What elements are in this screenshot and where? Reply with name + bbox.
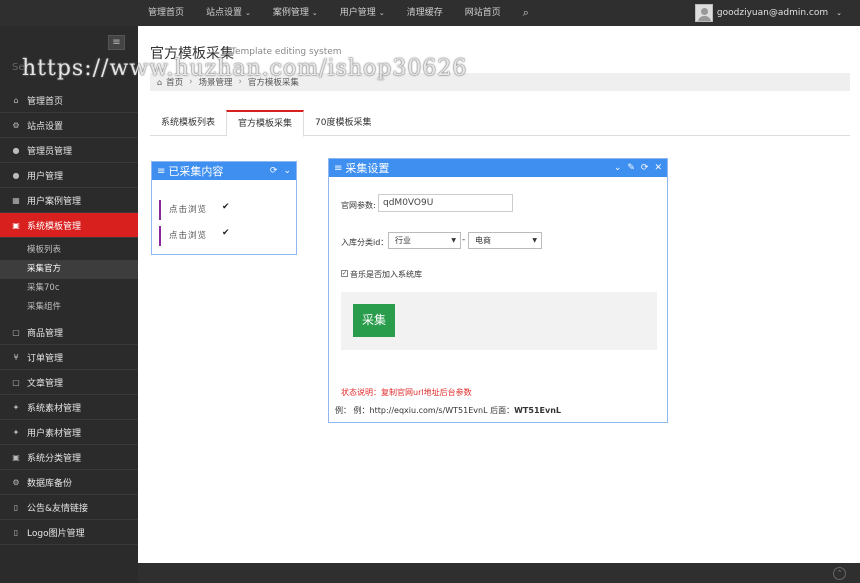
sidebar: ≡ Se ⌂ 管理首页 ⚙ 站点设置 ● 管理员管理 ● 用户管理 ▦ 用户案例管理 ▣ 系…: [0, 26, 145, 583]
topnav-item-case-management[interactable]: 案例管理 ⌄: [273, 0, 318, 26]
sidebar-menu: ⌂ 管理首页 ⚙ 站点设置 ● 管理员管理 ● 用户管理 ▦ 用户案例管理 ▣ 系统模板管理…: [0, 88, 145, 545]
sidebar-item-system-category-management[interactable]: ▣ 系统分类管理: [0, 445, 138, 470]
panel-title: 已采集内容: [168, 165, 224, 178]
sidebar-subitem-collect-official[interactable]: 采集官方: [0, 260, 138, 279]
category-label: 入库分类id：: [341, 238, 389, 247]
search-icon[interactable]: ⌕: [523, 0, 529, 26]
square-icon: ▢: [12, 327, 20, 337]
separator-dash: -: [462, 235, 466, 245]
category-select-1[interactable]: 行业 ▼: [388, 232, 461, 249]
sidebar-item-announcements-links[interactable]: ▯ 公告&友情链接: [0, 495, 138, 520]
sidebar-item-order-management[interactable]: ¥ 订单管理: [0, 345, 138, 370]
top-nav-menu: 管理首页 站点设置 ⌄ 案例管理 ⌄ 用户管理 ⌄ 清理缓存 网站首页 ⌕: [148, 0, 529, 26]
sidebar-item-system-material-management[interactable]: ✦ 系统素材管理: [0, 395, 138, 420]
sidebar-item-site-settings[interactable]: ⚙ 站点设置: [0, 113, 138, 138]
check-icon: ✔: [222, 228, 230, 238]
footer-bar: ⌃: [138, 563, 860, 583]
chevron-down-icon: ⌄: [836, 9, 842, 17]
status-description: 状态说明：复制官网url地址后台参数: [341, 388, 472, 397]
cogs-icon: ⚙: [12, 477, 20, 487]
sidebar-item-system-template-management[interactable]: ▣ 系统模板管理: [0, 213, 145, 238]
tab-system-template-list[interactable]: 系统模板列表: [150, 110, 226, 135]
refresh-icon[interactable]: ⟳: [641, 163, 649, 173]
param-label: 官网参数:: [341, 201, 376, 210]
example-text: 例： 例：http://eqxiu.com/s/WT51EvnL 后面：WT51…: [335, 406, 561, 415]
sidebar-item-user-case-management[interactable]: ▦ 用户案例管理: [0, 188, 138, 213]
chevron-down-icon[interactable]: ⌄: [614, 163, 622, 173]
user-icon: ●: [12, 170, 20, 180]
yen-icon: ¥: [13, 352, 19, 362]
view-link[interactable]: 点击浏览: [159, 200, 219, 220]
avatar: [694, 4, 713, 22]
bookmark-icon: ▯: [13, 527, 19, 537]
table-icon: ▦: [12, 195, 20, 205]
close-icon[interactable]: ✕: [654, 163, 662, 173]
bookmark-icon: ▯: [13, 502, 19, 512]
collected-content-panel: ≡ 已采集内容 ⟳ ⌄ 点击浏览 ✔ 点击浏览 ✔: [151, 161, 297, 255]
sidebar-item-article-management[interactable]: ▢ 文章管理: [0, 370, 138, 395]
sidebar-item-user-material-management[interactable]: ✦ 用户素材管理: [0, 420, 138, 445]
chevron-down-icon: ⌄: [245, 9, 251, 17]
tab-bar: 系统模板列表 官方模板采集 70度模板采集: [150, 110, 850, 137]
official-param-input[interactable]: qdM0VO9U: [378, 194, 513, 212]
gift-icon: ✦: [12, 427, 20, 437]
category-select-2[interactable]: 电商 ▼: [468, 232, 542, 249]
collect-button[interactable]: 采集: [353, 304, 395, 337]
collect-settings-panel: ≡ 采集设置 ⌄ ✎ ⟳ ✕ 官网参数: qdM0VO9U 入库分类id： 行业…: [328, 158, 668, 423]
sidebar-item-logo-image-management[interactable]: ▯ Logo图片管理: [0, 520, 138, 545]
sidebar-subitem-collect-70c[interactable]: 采集70c: [0, 279, 138, 298]
chevron-down-icon: ⌄: [311, 9, 318, 17]
topnav-item-admin-home[interactable]: 管理首页: [148, 0, 184, 26]
caret-down-icon: ▼: [532, 237, 537, 244]
sidebar-item-database-backup[interactable]: ⚙ 数据库备份: [0, 470, 138, 495]
user-menu[interactable]: goodziyuan@admin.com ⌄: [694, 0, 860, 26]
sidebar-item-admin-management[interactable]: ● 管理员管理: [0, 138, 138, 163]
action-area: 采集: [341, 292, 657, 350]
caret-down-icon: ▼: [451, 237, 456, 244]
topnav-item-user-management[interactable]: 用户管理 ⌄: [340, 0, 385, 26]
music-checkbox-label: 音乐是否加入系统库: [350, 270, 422, 279]
briefcase-icon: ▣: [12, 220, 20, 230]
list-icon: ≡: [157, 165, 166, 177]
sidebar-submenu: 模板列表 采集官方 采集70c 采集组件: [0, 238, 138, 320]
scroll-top-button[interactable]: ⌃: [833, 567, 846, 580]
sidebar-item-admin-home[interactable]: ⌂ 管理首页: [0, 88, 138, 113]
tab-official-template-collect[interactable]: 官方模板采集: [226, 110, 305, 137]
check-icon: ✔: [222, 202, 230, 212]
main-content: 官方模板采集 Template editing system ⌂ 首页 › 场景…: [138, 26, 860, 563]
briefcase-icon: ▣: [12, 452, 20, 462]
sidebar-item-user-management[interactable]: ● 用户管理: [0, 163, 138, 188]
tab-70du-template-collect[interactable]: 70度模板采集: [304, 110, 382, 135]
cogs-icon: ⚙: [12, 120, 20, 130]
collected-content-panel-header: ≡ 已采集内容 ⟳ ⌄: [152, 162, 296, 180]
home-icon: ⌂: [13, 95, 19, 105]
view-link[interactable]: 点击浏览: [159, 226, 219, 246]
top-navbar: 管理首页 站点设置 ⌄ 案例管理 ⌄ 用户管理 ⌄ 清理缓存 网站首页 ⌕ goodz…: [0, 0, 860, 26]
sidebar-item-product-management[interactable]: ▢ 商品管理: [0, 320, 138, 345]
list-icon: ≡: [334, 162, 343, 174]
wrench-icon[interactable]: ✎: [627, 163, 635, 173]
panel-title: 采集设置: [345, 162, 390, 175]
sidebar-toggle-button[interactable]: ≡: [108, 35, 125, 50]
music-checkbox[interactable]: ✓: [341, 270, 348, 277]
sidebar-subitem-template-list[interactable]: 模板列表: [0, 241, 138, 260]
collect-settings-panel-header: ≡ 采集设置 ⌄ ✎ ⟳ ✕: [329, 159, 667, 177]
topnav-item-site-settings[interactable]: 站点设置 ⌄: [206, 0, 251, 26]
sidebar-subitem-collect-components[interactable]: 采集组件: [0, 298, 138, 317]
gift-icon: ✦: [12, 402, 20, 412]
user-email: goodziyuan@admin.com: [716, 8, 829, 18]
chevron-down-icon[interactable]: ⌄: [283, 166, 291, 176]
user-icon: ●: [12, 145, 20, 155]
square-icon: ▢: [12, 377, 20, 387]
watermark-url: https://www.huzhan.com/ishop30626: [22, 56, 468, 81]
chevron-down-icon: ⌄: [378, 9, 385, 17]
topnav-item-website-home[interactable]: 网站首页: [465, 0, 501, 26]
topnav-item-clear-cache[interactable]: 清理缓存: [407, 0, 443, 26]
refresh-icon[interactable]: ⟳: [270, 166, 278, 176]
